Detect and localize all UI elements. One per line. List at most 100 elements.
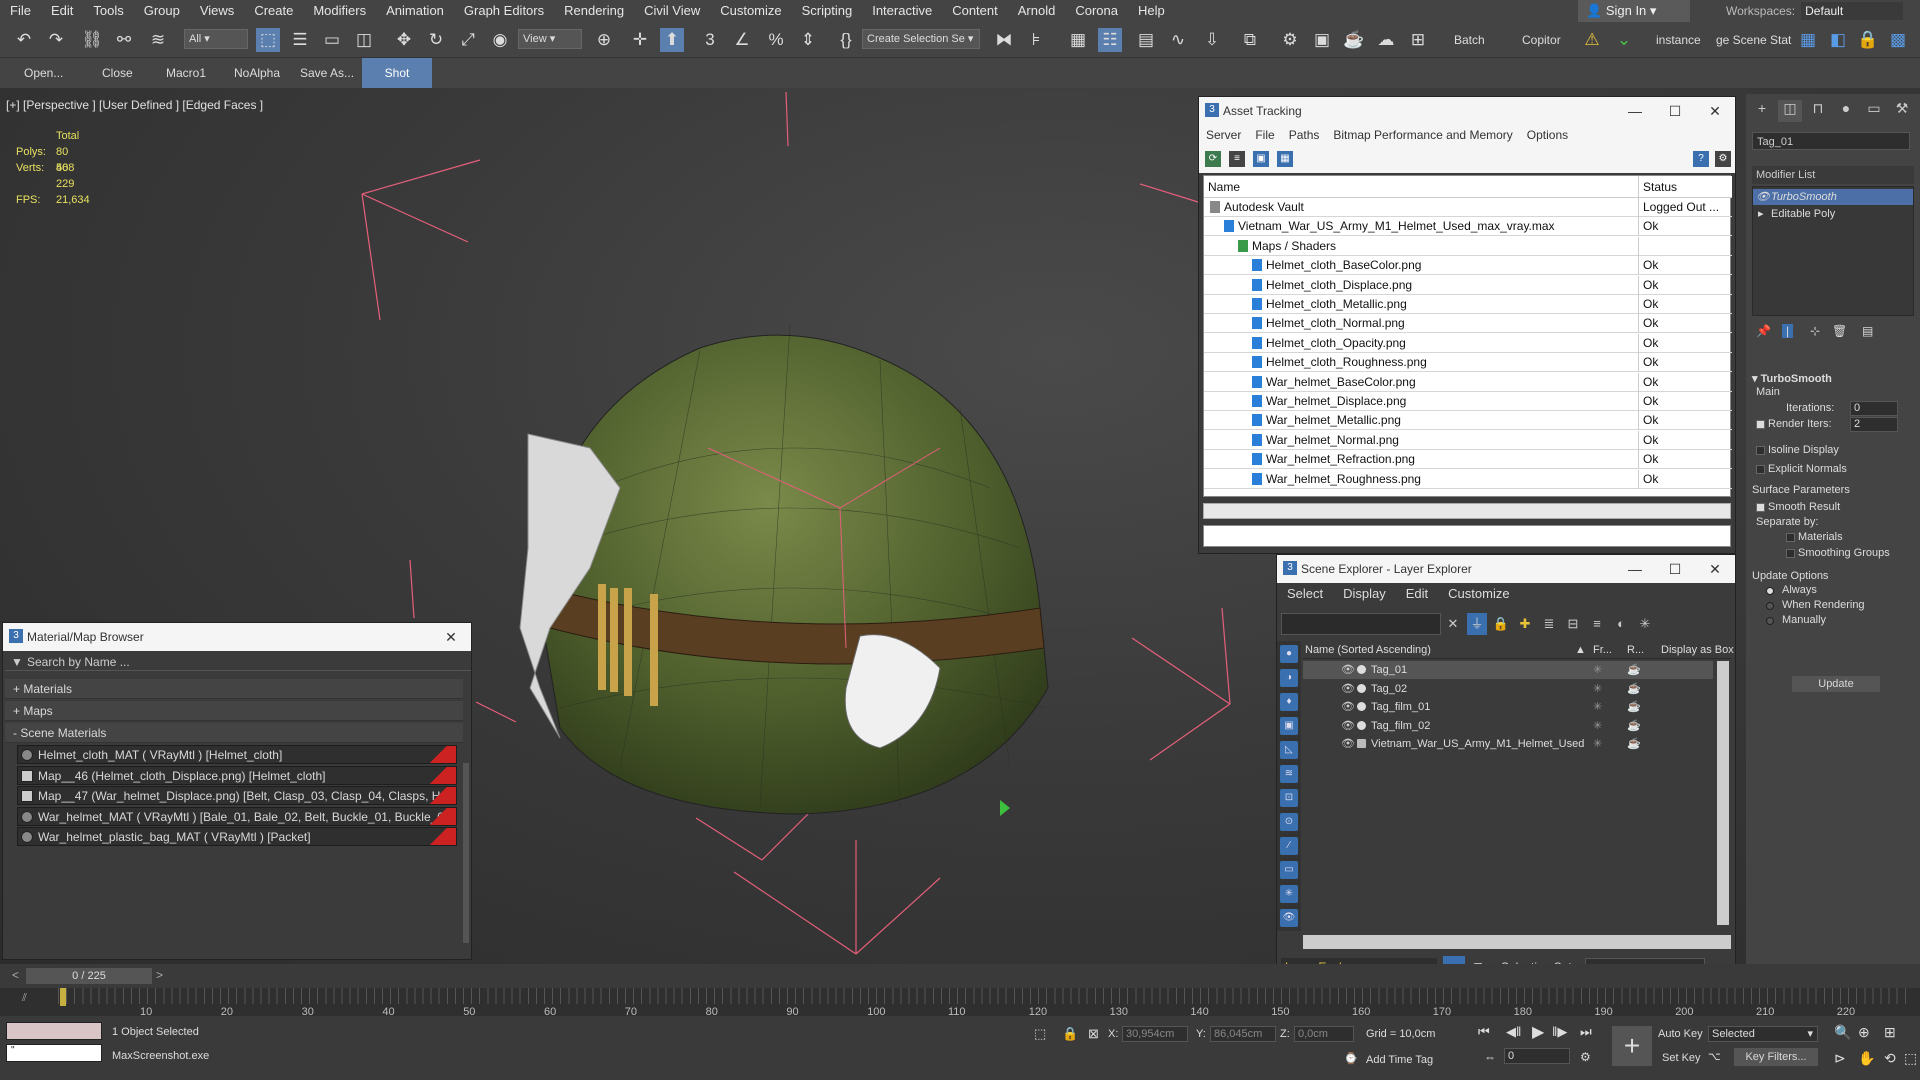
menu-modifiers[interactable]: Modifiers (303, 0, 376, 22)
show-end-result-icon[interactable]: | (1782, 324, 1794, 338)
edit-named-selection-icon[interactable]: {} (834, 28, 858, 52)
material-scrollbar[interactable] (463, 763, 469, 943)
x-coordinate-field[interactable]: 30,954cm (1122, 1026, 1188, 1042)
add-time-tag-button[interactable]: Add Time Tag (1366, 1054, 1433, 1066)
scene-horizontal-scrollbar[interactable] (1303, 935, 1731, 949)
asset-menu-server[interactable]: Server (1199, 125, 1248, 145)
materials-checkbox[interactable] (1786, 533, 1795, 542)
render-setup-icon[interactable]: ⚙ (1278, 28, 1302, 52)
menu-arnold[interactable]: Arnold (1008, 0, 1066, 22)
display-lights-icon[interactable]: ♦ (1280, 693, 1298, 711)
add-layer-icon[interactable]: ✚ (1515, 613, 1535, 635)
rotate-icon[interactable]: ↻ (424, 28, 448, 52)
scene-row[interactable]: 👁 Tag_02 ✳ ☕ (1303, 680, 1713, 698)
maximize-viewport-icon[interactable]: ⬚ (1904, 1050, 1917, 1067)
go-to-start-icon[interactable]: ⏮ (1478, 1024, 1490, 1040)
angle-snap-icon[interactable]: ∠ (730, 28, 754, 52)
menu-views[interactable]: Views (190, 0, 244, 22)
current-frame-marker[interactable] (60, 988, 66, 1006)
renderable-icon[interactable]: ☕ (1627, 680, 1641, 698)
minimize-icon[interactable]: — (1615, 555, 1655, 583)
scale-icon[interactable]: ⤢ (456, 28, 480, 52)
prev-frame-icon[interactable]: < (12, 968, 19, 982)
go-to-end-icon[interactable]: ⏭ (1580, 1024, 1592, 1040)
make-unique-icon[interactable]: ⊹ (1810, 324, 1820, 338)
asset-row[interactable]: War_helmet_BaseColor.png Ok (1204, 372, 1732, 392)
select-manipulate-icon[interactable]: ✛ (628, 28, 652, 52)
menu-customize[interactable]: Customize (710, 0, 791, 22)
clear-search-icon[interactable]: ✕ (1443, 613, 1463, 635)
zoom-icon[interactable]: 🔍 (1834, 1024, 1851, 1041)
schematic-view-icon[interactable]: ⇩ (1200, 28, 1224, 52)
batch-button[interactable]: Batch (1454, 28, 1485, 52)
zoom-all-icon[interactable]: ⊕ (1858, 1024, 1870, 1041)
filter-icon[interactable]: ⏚ (1467, 613, 1487, 635)
smooth-result-checkbox[interactable] (1756, 503, 1765, 512)
menu-file[interactable]: File (0, 0, 41, 22)
display-spacewarps-icon[interactable]: ≋ (1280, 765, 1298, 783)
time-tag-icon[interactable]: ⌚ (1344, 1052, 1358, 1065)
display-bones-icon[interactable]: ∕ (1280, 837, 1298, 855)
asset-row[interactable]: Helmet_cloth_Roughness.png Ok (1204, 353, 1732, 373)
renderable-icon[interactable]: ☕ (1627, 717, 1641, 735)
configure-sets-icon[interactable]: ▤ (1862, 324, 1873, 338)
renderable-icon[interactable]: ☕ (1627, 698, 1641, 716)
key-filters-button[interactable]: Key Filters... (1734, 1048, 1818, 1066)
menu-civil-view[interactable]: Civil View (634, 0, 710, 22)
render-production-icon[interactable]: ☕ (1342, 28, 1366, 52)
toggle-ribbon-icon[interactable]: ▤ (1134, 28, 1158, 52)
freeze-icon[interactable]: ✳ (1593, 717, 1602, 735)
scene-frozen-header[interactable]: Fr... (1593, 641, 1612, 659)
asset-row[interactable]: Helmet_cloth_Displace.png Ok (1204, 275, 1732, 295)
scene-stat-button[interactable]: ge Scene Stat (1716, 28, 1791, 52)
asset-status-header[interactable]: Status (1638, 176, 1732, 198)
hierarchy-tab-icon[interactable]: ⊓ (1806, 100, 1830, 122)
close-icon[interactable]: ✕ (1695, 555, 1735, 583)
help-icon[interactable]: ? (1693, 151, 1709, 167)
renderable-icon[interactable]: ☕ (1627, 735, 1641, 753)
pivot-center-icon[interactable]: ⊕ (592, 28, 616, 52)
display-shapes-icon[interactable]: ◑ (1280, 669, 1298, 687)
utilities-tab-icon[interactable]: ⚒ (1890, 100, 1914, 122)
list-view-icon[interactable]: ≡ (1229, 151, 1245, 167)
orbit-icon[interactable]: ⟲ (1884, 1050, 1896, 1067)
scene-box-header[interactable]: Display as Box (1661, 641, 1734, 659)
freeze-icon[interactable]: ✳ (1593, 680, 1602, 698)
scene-menu-display[interactable]: Display (1333, 583, 1396, 605)
grid-view-icon[interactable]: ▩ (1886, 28, 1910, 52)
material-category[interactable]: + Maps (5, 701, 463, 721)
undo-icon[interactable]: ↶ (12, 28, 36, 52)
absolute-mode-icon[interactable]: ⊠ (1088, 1026, 1099, 1042)
layers-icon[interactable]: ≣ (1539, 613, 1559, 635)
percent-snap-icon[interactable]: % (764, 28, 788, 52)
display-helpers-icon[interactable]: ◺ (1280, 741, 1298, 759)
z-coordinate-field[interactable]: 0,0cm (1294, 1026, 1354, 1042)
asset-row[interactable]: Helmet_cloth_Metallic.png Ok (1204, 295, 1732, 314)
visibility-eye-icon[interactable]: 👁 (1341, 698, 1355, 716)
asset-path-field[interactable] (1203, 525, 1731, 547)
scene-search-input[interactable] (1281, 613, 1441, 635)
asset-name-header[interactable]: Name (1204, 176, 1638, 198)
scene-material-item[interactable]: Map__47 (War_helmet_Displace.png) [Belt,… (17, 786, 457, 805)
asset-menu-paths[interactable]: Paths (1282, 125, 1327, 145)
workspaces-value[interactable]: Default (1801, 2, 1904, 20)
select-by-name-icon[interactable]: ☰ (288, 28, 312, 52)
scene-row[interactable]: 👁 Tag_01 ✳ ☕ (1303, 661, 1713, 679)
toggle-scene-explorer-icon[interactable]: ▦ (1066, 28, 1090, 52)
scene-material-item[interactable]: Helmet_cloth_MAT ( VRayMtl ) [Helmet_clo… (17, 745, 457, 764)
asset-row[interactable]: Vietnam_War_US_Army_M1_Helmet_Used_max_v… (1204, 217, 1732, 237)
settings-icon[interactable]: ⚙ (1715, 151, 1731, 167)
visibility-eye-icon[interactable]: 👁 (1341, 735, 1355, 753)
previous-key-icon[interactable]: ◀‖ (1506, 1024, 1521, 1040)
display-hidden-icon[interactable]: 👁 (1280, 909, 1298, 927)
always-radio[interactable] (1766, 587, 1774, 595)
isolate-selection-icon[interactable]: ⬚ (1034, 1026, 1046, 1042)
scene-explorer-titlebar[interactable]: 3 Scene Explorer - Layer Explorer — ☐ ✕ (1277, 555, 1735, 583)
create-tab-icon[interactable]: + (1750, 100, 1774, 122)
maximize-icon[interactable]: ☐ (1655, 97, 1695, 125)
next-key-icon[interactable]: ‖▶ (1552, 1024, 1567, 1040)
remove-modifier-icon[interactable]: 🗑 (1832, 324, 1847, 338)
viewport-label[interactable]: [+] [Perspective ] [User Defined ] [Edge… (6, 98, 263, 112)
scene-material-item[interactable]: War_helmet_plastic_bag_MAT ( VRayMtl ) [… (17, 827, 457, 846)
close-icon[interactable]: ✕ (1695, 97, 1735, 125)
